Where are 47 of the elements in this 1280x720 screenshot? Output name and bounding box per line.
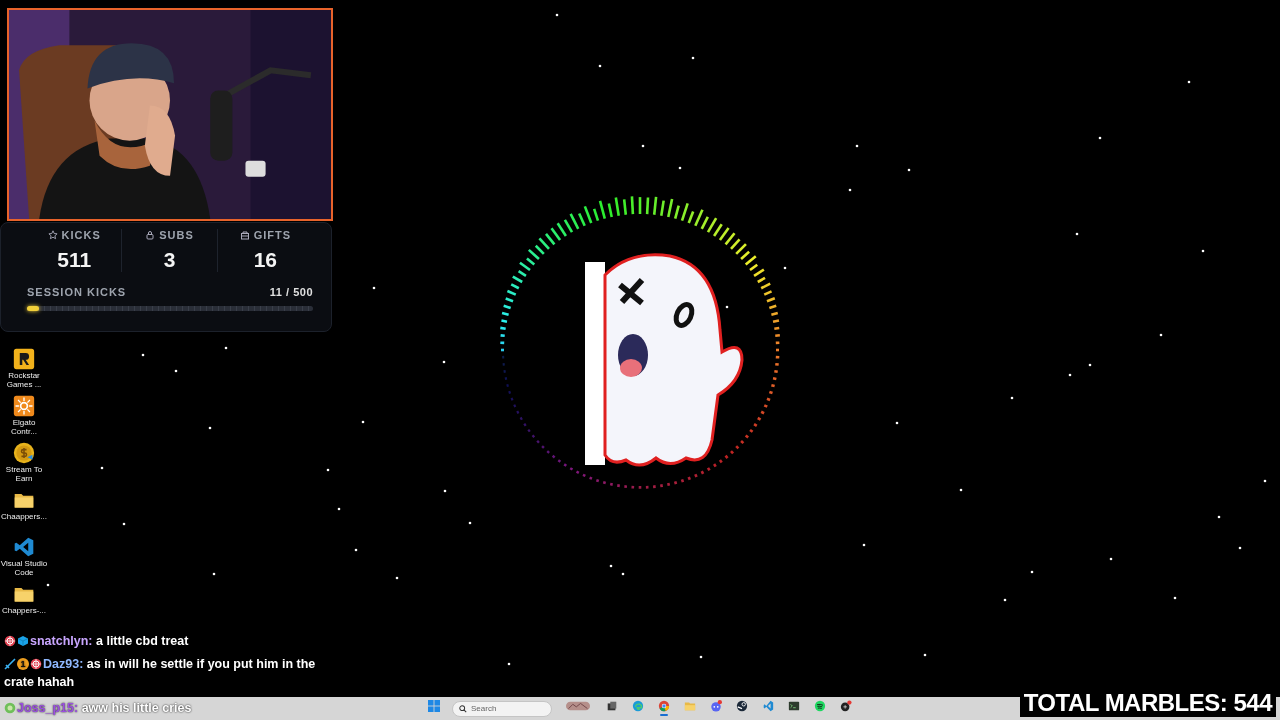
rockstar-icon	[13, 348, 35, 370]
stat-label: KICKS	[61, 229, 101, 241]
folder-icon	[684, 700, 696, 712]
chat-message: Joss_p15: aww his little cries	[4, 699, 192, 717]
badge-icon	[4, 635, 16, 647]
desktop-icon-label[interactable]: Chappers-...	[0, 606, 48, 615]
sub-badge: 1	[17, 658, 29, 670]
windows-icon	[428, 700, 440, 712]
terminal-icon	[788, 700, 800, 712]
chat-message: snatchlyn: a little cbd treat	[4, 632, 340, 650]
desktop-icon-label[interactable]: Visual Studio Code	[0, 559, 48, 577]
app-icon	[840, 700, 852, 712]
code-editor-icon	[13, 536, 35, 558]
stat-value: 3	[163, 248, 176, 272]
task-view-icon	[606, 700, 618, 712]
desktop-icon-label[interactable]: Stream To Earn	[0, 465, 48, 483]
stat-value: 511	[57, 248, 92, 272]
session-label: SESSION KICKS	[27, 286, 127, 298]
stat-label: SUBS	[159, 229, 194, 241]
desktop-icon-label[interactable]: Chaappers...	[0, 512, 48, 521]
badge-icon	[30, 658, 42, 670]
stat-label: GIFTS	[253, 229, 291, 241]
code-editor-icon	[762, 700, 774, 712]
desktop-icon-label[interactable]: Rockstar Games ...	[0, 371, 48, 389]
chat-message: 1 Daz93: as in will he settle if you put him in the crate hahah	[4, 656, 317, 691]
session-reading: 11 / 500	[269, 286, 313, 298]
steam-icon	[736, 700, 748, 712]
coin-icon	[13, 442, 35, 464]
desktop-icon-label[interactable]: Elgato Contr...	[0, 418, 48, 436]
chat-username: Joss_p15:	[17, 701, 79, 715]
cube-icon	[17, 635, 29, 647]
star-icon	[47, 230, 58, 240]
badge-icon	[4, 702, 16, 714]
search-field[interactable]: Search	[452, 700, 552, 717]
gift-icon	[239, 230, 250, 240]
chat-username: snatchlyn:	[30, 634, 93, 648]
lock-icon	[145, 230, 156, 240]
edge-browser-icon	[632, 700, 644, 712]
search-icon	[459, 704, 467, 713]
chat-app-icon	[710, 700, 722, 712]
weather-widget-icon	[564, 700, 592, 712]
music-app-icon	[814, 700, 826, 712]
chat-username: Daz93:	[43, 657, 84, 671]
sword-icon	[4, 658, 16, 670]
chrome-browser-icon	[658, 700, 670, 712]
sun-icon	[13, 395, 35, 417]
stat-value: 16	[253, 248, 277, 272]
